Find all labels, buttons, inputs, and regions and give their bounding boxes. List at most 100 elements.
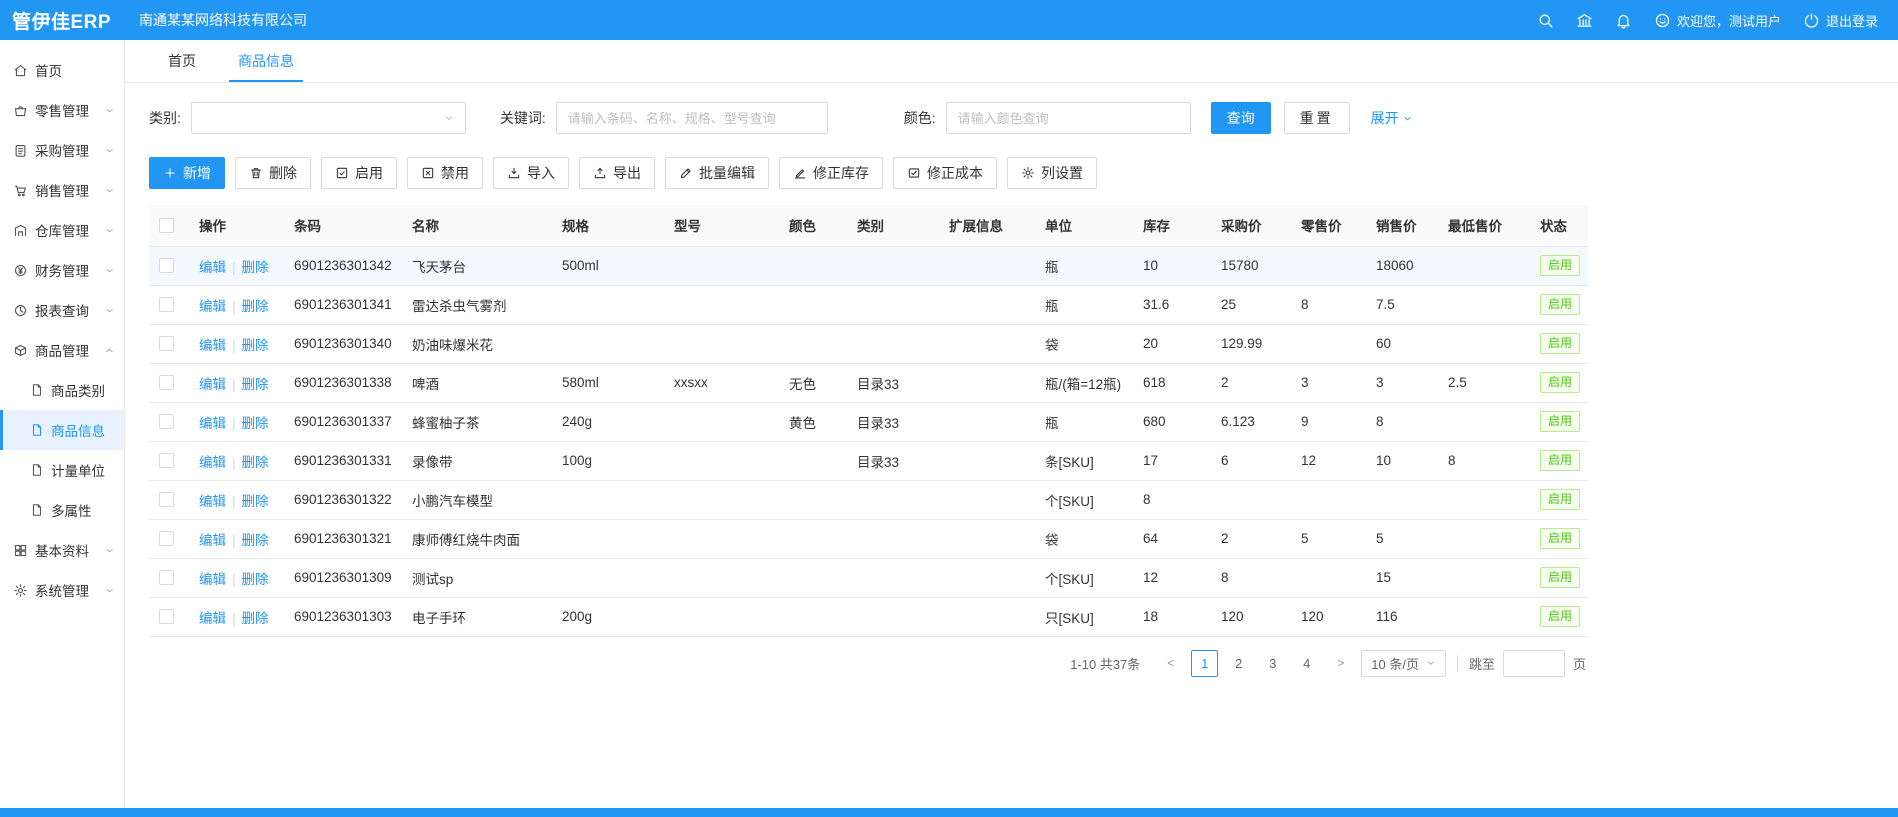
sidebar-item-7[interactable]: 商品管理 (0, 330, 124, 370)
keyword-input[interactable] (556, 102, 828, 134)
page-button-2[interactable]: 2 (1225, 650, 1252, 677)
search-icon[interactable] (1537, 12, 1554, 29)
toolbar-button-1[interactable]: 删除 (235, 157, 311, 189)
toolbar-button-9[interactable]: 列设置 (1007, 157, 1097, 189)
delete-link[interactable]: 删除 (242, 572, 269, 587)
cell-purchase: 120 (1211, 597, 1291, 636)
color-label: 颜色: (904, 108, 936, 128)
jump-page-input[interactable] (1503, 650, 1565, 677)
sidebar-item-label: 商品管理 (35, 340, 89, 360)
row-checkbox[interactable] (159, 570, 174, 585)
cell-purchase: 2 (1211, 363, 1291, 402)
edit-link[interactable]: 编辑 (199, 299, 226, 314)
row-checkbox[interactable] (159, 375, 174, 390)
cell-barcode: 6901236301338 (284, 363, 402, 402)
delete-link[interactable]: 删除 (242, 338, 269, 353)
row-checkbox[interactable] (159, 453, 174, 468)
delete-link[interactable]: 删除 (242, 494, 269, 509)
cell-unit: 只[SKU] (1035, 597, 1133, 636)
page-button-1[interactable]: 1 (1191, 650, 1218, 677)
row-checkbox[interactable] (159, 218, 174, 233)
row-checkbox[interactable] (159, 258, 174, 273)
search-button[interactable]: 查询 (1211, 102, 1271, 134)
sidebar-item-9[interactable]: 系统管理 (0, 570, 124, 610)
delete-link[interactable]: 删除 (242, 299, 269, 314)
category-select[interactable] (191, 102, 466, 134)
select-all-header (149, 205, 189, 246)
row-checkbox[interactable] (159, 531, 174, 546)
cell-min (1438, 597, 1530, 636)
status-badge: 启用 (1540, 333, 1580, 354)
toolbar-button-7[interactable]: 修正库存 (779, 157, 883, 189)
jump-suffix-label: 页 (1573, 654, 1586, 673)
delete-link[interactable]: 删除 (242, 533, 269, 548)
sidebar-item-8[interactable]: 基本资料 (0, 530, 124, 570)
toolbar-button-5[interactable]: 导出 (579, 157, 655, 189)
sidebar-subitem-7-2[interactable]: 计量单位 (0, 450, 124, 490)
reset-button[interactable]: 重置 (1284, 102, 1350, 134)
sidebar-item-1[interactable]: 零售管理 (0, 90, 124, 130)
expand-link[interactable]: 展开 (1371, 108, 1413, 128)
delete-link[interactable]: 删除 (242, 455, 269, 470)
logout-button[interactable]: 退出登录 (1803, 11, 1878, 30)
cell-color (779, 285, 847, 324)
edit-link[interactable]: 编辑 (199, 611, 226, 626)
status-cell: 启用 (1530, 402, 1588, 441)
horizontal-scrollbar[interactable] (0, 808, 1898, 817)
cell-sale: 15 (1366, 558, 1438, 597)
plus-icon (163, 166, 177, 180)
sidebar-item-0[interactable]: 首页 (0, 50, 124, 90)
toolbar-button-0[interactable]: 新增 (149, 157, 225, 189)
tab-goods-info[interactable]: 商品信息 (217, 40, 315, 82)
delete-link[interactable]: 删除 (242, 611, 269, 626)
page-size-select[interactable]: 10 条/页 (1361, 650, 1446, 677)
color-input[interactable] (946, 102, 1191, 134)
row-checkbox[interactable] (159, 609, 174, 624)
edit-link[interactable]: 编辑 (199, 338, 226, 353)
edit-link[interactable]: 编辑 (199, 377, 226, 392)
page-button-3[interactable]: 3 (1259, 650, 1286, 677)
row-checkbox[interactable] (159, 414, 174, 429)
next-page-button[interactable]: > (1327, 650, 1354, 677)
sidebar-item-3[interactable]: 销售管理 (0, 170, 124, 210)
delete-link[interactable]: 删除 (242, 260, 269, 275)
column-header-9: 库存 (1133, 205, 1211, 246)
row-checkbox[interactable] (159, 492, 174, 507)
edit-link[interactable]: 编辑 (199, 416, 226, 431)
row-checkbox[interactable] (159, 297, 174, 312)
edit-link[interactable]: 编辑 (199, 494, 226, 509)
chevdown-icon (104, 305, 115, 316)
toolbar-button-2[interactable]: 启用 (321, 157, 397, 189)
toolbar-button-8[interactable]: 修正成本 (893, 157, 997, 189)
toolbar-button-3[interactable]: 禁用 (407, 157, 483, 189)
cell-retail (1291, 246, 1366, 285)
notifications-icon[interactable] (1615, 12, 1632, 29)
warehouse-icon (13, 223, 28, 238)
toolbar-button-4[interactable]: 导入 (493, 157, 569, 189)
row-checkbox[interactable] (159, 336, 174, 351)
toolbar-button-label: 导入 (527, 163, 555, 183)
prev-page-button[interactable]: < (1157, 650, 1184, 677)
sidebar-item-2[interactable]: 采购管理 (0, 130, 124, 170)
cell-model (664, 402, 779, 441)
sidebar-item-6[interactable]: 报表查询 (0, 290, 124, 330)
pagination-summary: 1-10 共37条 (1070, 654, 1140, 673)
tab-home[interactable]: 首页 (147, 40, 217, 82)
delete-link[interactable]: 删除 (242, 377, 269, 392)
edit-link[interactable]: 编辑 (199, 260, 226, 275)
sidebar-item-5[interactable]: 财务管理 (0, 250, 124, 290)
delete-link[interactable]: 删除 (242, 416, 269, 431)
page-button-4[interactable]: 4 (1293, 650, 1320, 677)
sidebar-subitem-7-1[interactable]: 商品信息 (0, 410, 124, 450)
edit-link[interactable]: 编辑 (199, 455, 226, 470)
toolbar-button-6[interactable]: 批量编辑 (665, 157, 769, 189)
table-body: 编辑|删除6901236301342飞天茅台500ml瓶101578018060… (149, 246, 1588, 636)
sidebar-item-4[interactable]: 仓库管理 (0, 210, 124, 250)
edit-link[interactable]: 编辑 (199, 572, 226, 587)
sidebar-subitem-7-0[interactable]: 商品类别 (0, 370, 124, 410)
sidebar-subitem-7-3[interactable]: 多属性 (0, 490, 124, 530)
home-shortcut-icon[interactable] (1576, 12, 1593, 29)
cell-color: 无色 (779, 363, 847, 402)
edit-link[interactable]: 编辑 (199, 533, 226, 548)
cell-sale: 7.5 (1366, 285, 1438, 324)
